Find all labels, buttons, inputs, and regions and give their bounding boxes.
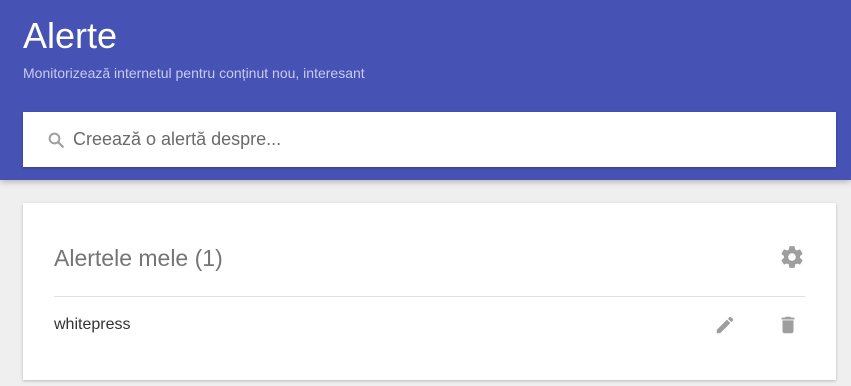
alerts-card-title: Alertele mele (1) bbox=[54, 245, 223, 271]
header: Alerte Monitorizează internetul pentru c… bbox=[0, 0, 851, 180]
divider bbox=[54, 296, 805, 297]
search-icon bbox=[47, 131, 65, 149]
gear-icon[interactable] bbox=[779, 244, 805, 270]
pencil-icon[interactable] bbox=[714, 314, 736, 336]
search-box[interactable] bbox=[23, 112, 836, 167]
alert-row: whitepress bbox=[54, 309, 805, 341]
page-title: Alerte bbox=[23, 15, 118, 56]
alert-name[interactable]: whitepress bbox=[54, 315, 130, 335]
alerts-card: Alertele mele (1) whitepress bbox=[23, 203, 836, 380]
trash-icon[interactable] bbox=[777, 314, 799, 336]
page-subtitle: Monitorizează internetul pentru conținut… bbox=[23, 65, 365, 81]
search-input[interactable] bbox=[73, 112, 813, 167]
